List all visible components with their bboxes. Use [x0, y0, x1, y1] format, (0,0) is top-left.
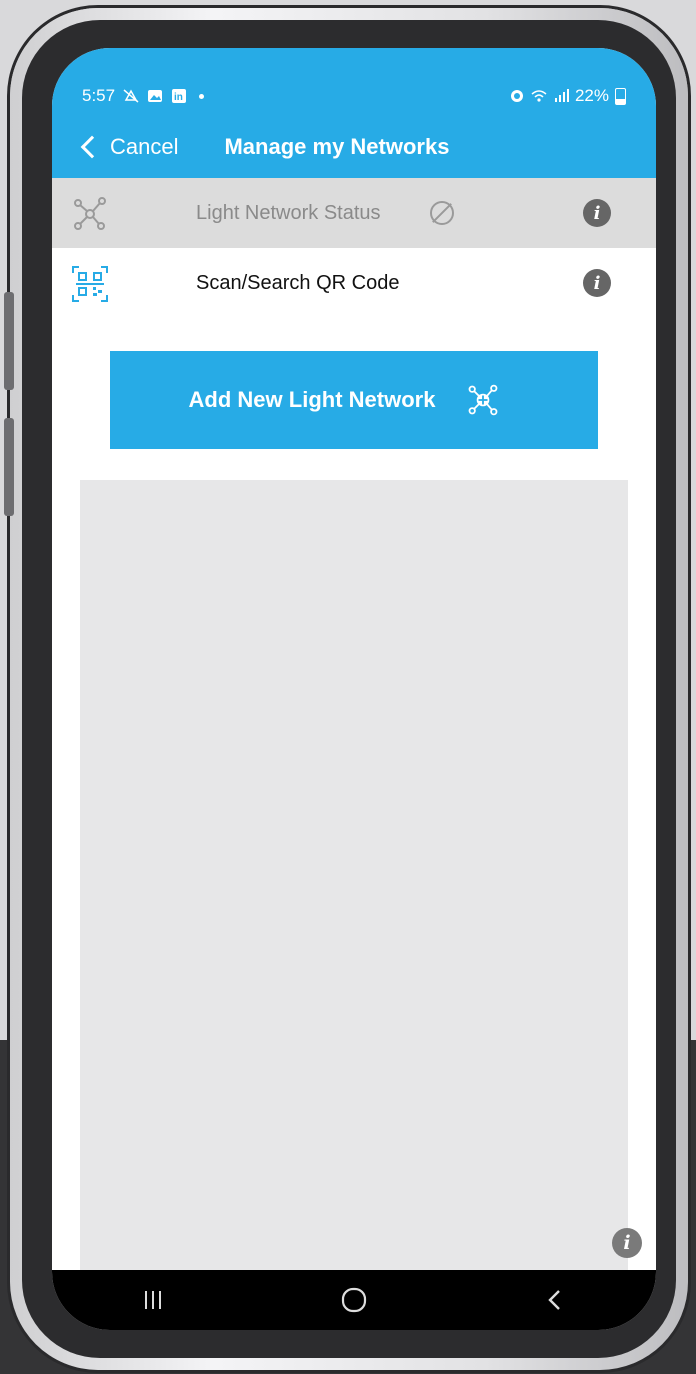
battery-icon — [615, 87, 626, 105]
system-navigation-bar — [52, 1270, 656, 1330]
recents-icon — [144, 1291, 161, 1309]
light-network-status-label: Light Network Status — [196, 201, 381, 224]
cancel-button[interactable]: Cancel — [78, 134, 178, 160]
recents-button[interactable] — [123, 1280, 183, 1320]
home-button[interactable] — [324, 1280, 384, 1320]
info-icon[interactable]: i — [583, 269, 611, 297]
status-time: 5:57 — [82, 86, 116, 105]
battery-percent: 22% — [574, 86, 609, 105]
scan-qr-code-label: Scan/Search QR Code — [196, 271, 400, 294]
linkedin-icon: in — [172, 89, 187, 103]
network-icon — [74, 197, 106, 230]
cancel-label: Cancel — [110, 134, 179, 159]
info-icon[interactable]: i — [583, 199, 611, 227]
page-title: Manage my Networks — [224, 134, 450, 159]
app-header: 5:57 in 22% Cancel Manage my Networks — [52, 48, 656, 178]
back-icon — [548, 1290, 561, 1310]
light-network-status-row[interactable]: Light Network Status i — [52, 178, 656, 248]
signal-icon — [554, 89, 569, 102]
notifications-off-icon — [123, 89, 139, 103]
back-button[interactable] — [525, 1280, 585, 1320]
alarm-icon — [510, 90, 523, 102]
networks-list-area — [80, 480, 628, 1270]
info-icon[interactable]: i — [612, 1228, 642, 1258]
volume-up-button-hardware — [4, 292, 14, 390]
add-new-light-network-button[interactable]: Add New Light Network — [110, 351, 598, 449]
volume-down-button-hardware — [4, 418, 14, 516]
home-icon — [341, 1287, 367, 1313]
chevron-left-icon — [80, 135, 104, 159]
wifi-icon — [531, 90, 547, 102]
add-new-light-network-label: Add New Light Network — [188, 387, 436, 412]
phone-screen: 5:57 in 22% Cancel Manage my Networks Li… — [52, 48, 656, 1330]
svg-text:in: in — [174, 92, 183, 103]
add-network-icon — [469, 384, 498, 416]
qr-code-icon — [72, 266, 108, 302]
scan-qr-code-row[interactable]: Scan/Search QR Code i — [52, 248, 656, 318]
status-bar: 5:57 in 22% — [82, 84, 626, 108]
prohibited-icon — [430, 201, 454, 225]
dot-icon — [199, 93, 205, 99]
navigation-bar: Cancel Manage my Networks — [78, 130, 636, 164]
gallery-icon — [148, 90, 163, 102]
